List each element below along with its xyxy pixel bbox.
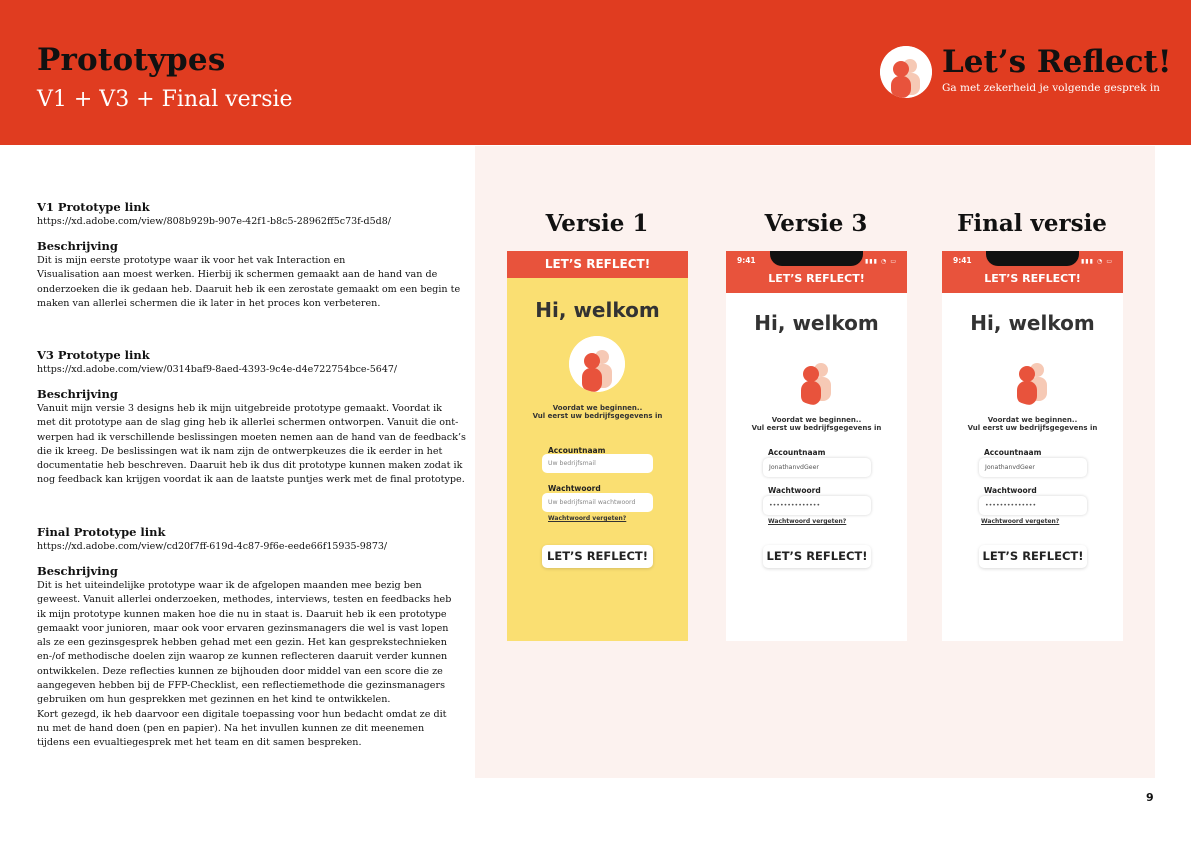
person-avatar-icon [569, 336, 625, 392]
text-line: Dit is het uiteindelijke prototype waar … [37, 580, 422, 591]
forgot-password-link[interactable]: Wachtwoord vergeten? [981, 518, 1059, 525]
password-field[interactable]: •••••••••••••• [979, 496, 1087, 515]
text-line: en-/of methodische doelen zijn waarop ze… [37, 651, 448, 663]
v1-desc-label: Beschrijving [37, 239, 118, 253]
app-bar: 9:41 ▮▮▮ ◔ ▭ LET’S REFLECT! [942, 251, 1123, 293]
lets-reflect-button[interactable]: LET’S REFLECT! [542, 545, 653, 568]
person-avatar-icon [880, 46, 932, 98]
password-label: Wachtwoord [984, 486, 1037, 495]
phone-notch [986, 251, 1079, 266]
text-line: werpen had ik verschillende beslissingen… [37, 431, 466, 443]
greeting: Hi, welkom [970, 311, 1095, 335]
v1-section: V1 Prototype link https://xd.adobe.com/v… [37, 200, 461, 311]
page-title: Prototypes [37, 42, 226, 78]
intro-text-2: Vul eerst uw bedrijfsgegevens in [532, 412, 663, 420]
app-bar-title: LET’S REFLECT! [984, 272, 1081, 285]
final-section: Final Prototype link https://xd.adobe.co… [37, 525, 457, 751]
account-label: Accountnaam [984, 448, 1042, 457]
text-line: maken van allerlei schermen die ik later… [37, 297, 381, 309]
phone-mockup-v1: LET’S REFLECT! Hi, welkom Voordat we beg… [507, 251, 688, 641]
password-field[interactable]: •••••••••••••• [763, 496, 871, 515]
status-time: 9:41 [953, 256, 972, 265]
person-avatar-icon [1004, 349, 1060, 405]
text-line: ik mijn prototype kunnen maken hoe die n… [37, 608, 447, 620]
v1-description: Dit is mijn eerste prototype waar ik voo… [37, 254, 461, 311]
text-line: onderzoeken die ik gedaan heb. Daaruit h… [37, 283, 461, 295]
greeting: Hi, welkom [754, 311, 879, 335]
v3-link-label: V3 Prototype link [37, 348, 150, 362]
signal-battery-icon: ▮▮▮ ◔ ▭ [1081, 258, 1113, 265]
text-line: Dit is mijn eerste prototype waar ik voo… [37, 255, 346, 266]
intro-text-2: Vul eerst uw bedrijfsgegevens in [751, 424, 882, 432]
text-line: die ik kreeg. De beslissingen wat ik nam… [37, 445, 443, 457]
page-number: 9 [1146, 791, 1154, 804]
password-label: Wachtwoord [548, 484, 601, 493]
account-label: Accountnaam [768, 448, 826, 457]
forgot-password-link[interactable]: Wachtwoord vergeten? [768, 518, 846, 525]
app-bar-title: LET’S REFLECT! [768, 272, 865, 285]
text-line: nog feedback kan krijgen voordat ik aan … [37, 474, 465, 486]
lets-reflect-button[interactable]: LET’S REFLECT! [763, 545, 871, 568]
text-line: ontwikkelen. Deze reflecties kunnen ze b… [37, 665, 443, 677]
final-link-label: Final Prototype link [37, 525, 166, 539]
v3-url-link[interactable]: https://xd.adobe.com/view/0314baf9-8aed-… [37, 363, 457, 376]
header-banner: Prototypes V1 + V3 + Final versie Let’s … [0, 0, 1191, 145]
status-time: 9:41 [737, 256, 756, 265]
text-line: met dit prototype aan de slag ging heb i… [37, 417, 459, 429]
final-url-link[interactable]: https://xd.adobe.com/view/cd20f7ff-619d-… [37, 540, 457, 553]
password-label: Wachtwoord [768, 486, 821, 495]
v3-section: V3 Prototype link https://xd.adobe.com/v… [37, 348, 466, 488]
text-line: gebruiken om hun gesprekken met gezinnen… [37, 694, 391, 706]
intro-text-2: Vul eerst uw bedrijfsgegevens in [967, 424, 1098, 432]
brand-name: Let’s Reflect! [942, 44, 1172, 80]
forgot-password-link[interactable]: Wachtwoord vergeten? [548, 515, 626, 522]
page-subtitle: V1 + V3 + Final versie [37, 87, 293, 112]
person-avatar-icon [788, 349, 844, 405]
column-title-v3: Versie 3 [764, 210, 868, 237]
phone-mockup-v3: 9:41 ▮▮▮ ◔ ▭ LET’S REFLECT! Hi, welkom V… [726, 251, 907, 641]
text-line: gemaakt voor junioren, maar ook voor erv… [37, 622, 449, 634]
password-field[interactable]: Uw bedrijfsmail wachtwoord [542, 493, 653, 512]
signal-battery-icon: ▮▮▮ ◔ ▭ [865, 258, 897, 265]
column-title-final: Final versie [957, 210, 1107, 237]
text-line: Kort gezegd, ik heb daarvoor een digital… [37, 708, 447, 720]
brand-tagline: Ga met zekerheid je volgende gesprek in [942, 82, 1160, 94]
final-description: Dit is het uiteindelijke prototype waar … [37, 579, 457, 751]
text-line: nu met de hand doen (pen en papier). Na … [37, 722, 425, 734]
final-desc-label: Beschrijving [37, 564, 118, 578]
account-field[interactable]: JonathanvdGeer [979, 458, 1087, 477]
phone-mockup-final: 9:41 ▮▮▮ ◔ ▭ LET’S REFLECT! Hi, welkom V… [942, 251, 1123, 641]
app-bar: LET’S REFLECT! [507, 251, 688, 278]
text-line: tijdens een evualtiegesprek met het team… [37, 737, 362, 749]
text-line: Visualisation aan moest werken. Hierbij … [37, 269, 438, 281]
app-bar: 9:41 ▮▮▮ ◔ ▭ LET’S REFLECT! [726, 251, 907, 293]
text-line: geweest. Vanuit allerlei onderzoeken, me… [37, 594, 452, 606]
v1-url-link[interactable]: https://xd.adobe.com/view/808b929b-907e-… [37, 215, 457, 228]
v1-link-label: V1 Prototype link [37, 200, 150, 214]
phone-notch [770, 251, 863, 266]
lets-reflect-button[interactable]: LET’S REFLECT! [979, 545, 1087, 568]
account-field[interactable]: JonathanvdGeer [763, 458, 871, 477]
column-title-v1: Versie 1 [545, 210, 649, 237]
text-line: Vanuit mijn versie 3 designs heb ik mijn… [37, 403, 442, 414]
text-line: aangegeven hebben bij de FFP-Checklist, … [37, 680, 445, 692]
text-line: documentatie heb beschreven. Daaruit heb… [37, 460, 463, 472]
greeting: Hi, welkom [535, 298, 660, 322]
v3-desc-label: Beschrijving [37, 387, 118, 401]
account-field[interactable]: Uw bedrijfsmail [542, 454, 653, 473]
text-line: als ze een gezinsgesprek hebben gehad me… [37, 637, 447, 649]
v3-description: Vanuit mijn versie 3 designs heb ik mijn… [37, 402, 466, 488]
